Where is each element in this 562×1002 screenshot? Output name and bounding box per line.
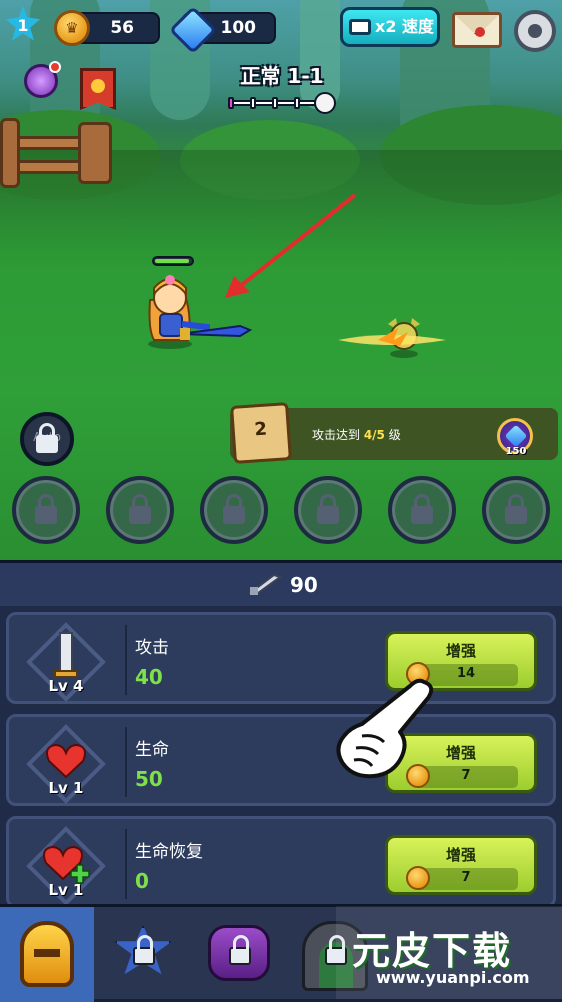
lock-icon	[325, 935, 347, 965]
coin-count: 56	[110, 18, 134, 38]
rune-button[interactable]	[24, 61, 61, 98]
gem-count: 100	[220, 18, 257, 38]
speed-label: x2 速度	[375, 17, 435, 36]
lock-icon	[317, 494, 339, 524]
upgrade-cost-value: 7	[461, 870, 471, 885]
skill-slot-4[interactable]	[294, 476, 362, 544]
upgrade-cost: 7	[406, 866, 518, 890]
settings-gear-icon[interactable]	[514, 10, 556, 52]
video-ad-icon	[349, 19, 371, 35]
skill-slot-3[interactable]	[200, 476, 268, 544]
skill-slot-6[interactable]	[482, 476, 550, 544]
quest-text-prefix: 攻击达到	[312, 428, 364, 442]
lock-icon	[229, 935, 251, 965]
tutorial-pointer-hand-icon	[336, 678, 434, 779]
lock-icon	[505, 494, 527, 524]
auto-battle-toggle[interactable]: Auto	[20, 412, 74, 466]
lock-icon	[35, 494, 57, 524]
upgrade-panel: Lv 4 攻击 40 增强 14 Lv 1 生命 50 增强 7 Lv 1 生命…	[0, 606, 562, 908]
progress-node	[250, 97, 256, 109]
upgrade-card-regen: Lv 1 生命恢复 0 增强 7	[6, 816, 556, 908]
wooden-fence	[0, 118, 120, 188]
watermark-url: www.yuanpi.com	[376, 968, 530, 987]
upgrade-value: 40	[135, 665, 163, 689]
lock-icon	[133, 935, 155, 965]
battle-scene: 1 56 ♛ 100 x2 速度 正常 1-1 2 攻击达到 4/5 级 150	[0, 0, 562, 560]
tutorial-arrow-icon	[225, 193, 357, 298]
hero-helmet-icon	[20, 921, 74, 987]
coin-icon: ♛	[54, 10, 90, 46]
divider	[125, 625, 127, 695]
upgrade-button-label: 增强	[445, 642, 476, 660]
upgrade-value: 50	[135, 767, 163, 791]
upgrade-level: Lv 1	[48, 881, 84, 899]
upgrade-name: 生命恢复	[135, 842, 203, 862]
combat-power-value: 90	[290, 573, 318, 597]
quest-scroll-icon: 2	[230, 402, 292, 464]
upgrade-button-label: 增强	[445, 846, 476, 864]
hero-sword	[180, 324, 252, 340]
upgrade-card-attack: Lv 4 攻击 40 增强 14	[6, 612, 556, 704]
stage-progress-bar	[228, 97, 318, 109]
nav-tab-hero[interactable]	[0, 907, 94, 1002]
lock-icon	[411, 494, 433, 524]
hero-health-bar	[152, 256, 194, 266]
lock-icon	[129, 494, 151, 524]
stage-title: 正常 1-1	[240, 64, 324, 88]
nav-tab-emblem[interactable]	[96, 907, 190, 1002]
upgrade-value: 0	[135, 869, 149, 893]
divider	[125, 727, 127, 797]
mail-button[interactable]	[452, 12, 502, 48]
combat-power-header: 90	[0, 560, 562, 606]
quest-description: 攻击达到 4/5 级	[312, 426, 401, 443]
watermark-title: 元皮下载	[352, 928, 513, 973]
upgrade-card-health: Lv 1 生命 50 增强 7	[6, 714, 556, 806]
notification-dot	[49, 61, 61, 73]
lock-icon	[223, 494, 245, 524]
sword-icon	[248, 573, 282, 595]
quest-reward-amount: 150	[505, 446, 527, 457]
quest-progress: 4/5	[363, 428, 385, 442]
boss-skull-icon	[314, 92, 336, 114]
progress-node	[272, 97, 278, 109]
upgrade-regen-button[interactable]: 增强 7	[385, 835, 537, 895]
progress-node	[294, 97, 300, 109]
upgrade-level: Lv 4	[48, 677, 84, 695]
mail-seal-icon	[475, 27, 485, 37]
skill-slot-5[interactable]	[388, 476, 456, 544]
upgrade-name: 生命	[135, 740, 169, 760]
quest-number: 2	[253, 418, 268, 441]
speed-x2-button[interactable]: x2 速度	[340, 7, 440, 47]
divider	[125, 829, 127, 899]
upgrade-level: Lv 1	[48, 779, 84, 797]
skill-slot-2[interactable]	[106, 476, 174, 544]
upgrade-name: 攻击	[135, 638, 169, 658]
progress-node	[228, 97, 234, 109]
nav-tab-pet[interactable]	[192, 907, 286, 1002]
skill-slot-1[interactable]	[12, 476, 80, 544]
hit-slash-effect	[338, 328, 446, 346]
quest-text-suffix: 级	[384, 428, 401, 442]
lock-icon	[36, 423, 58, 453]
